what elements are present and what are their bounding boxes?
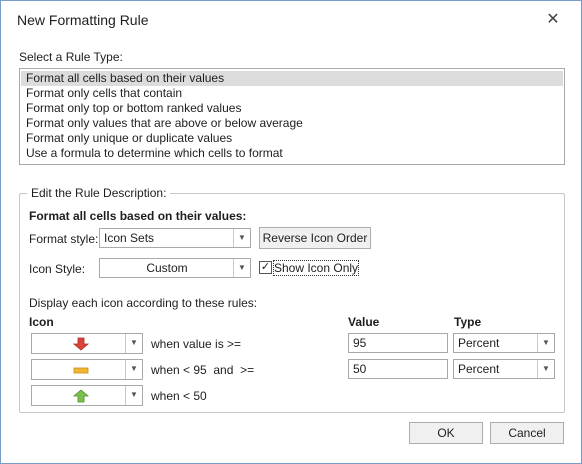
- rule-type-dropdown-1[interactable]: Percent ▼: [453, 333, 555, 353]
- green-up-arrow-icon: [38, 389, 124, 403]
- format-style-label: Format style:: [29, 232, 99, 246]
- chevron-down-icon[interactable]: ▼: [125, 334, 142, 353]
- rule-type-list[interactable]: Format all cells based on their values F…: [19, 68, 565, 165]
- column-header-value: Value: [348, 315, 380, 329]
- icon-picker-1[interactable]: ▼: [31, 333, 143, 354]
- icon-style-value: Custom: [146, 261, 188, 275]
- rule-condition-1: when value is >=: [151, 337, 242, 351]
- title-bar: New Formatting Rule ✕: [1, 1, 581, 39]
- rule-description-label: Edit the Rule Description:: [27, 186, 171, 200]
- rule-value-input-1[interactable]: 95: [348, 333, 448, 353]
- rule-condition-2: when < 95 and >=: [151, 363, 255, 377]
- rule-type-dropdown-2[interactable]: Percent ▼: [453, 359, 555, 379]
- list-item[interactable]: Format all cells based on their values: [21, 71, 563, 86]
- format-style-value: Icon Sets: [104, 231, 155, 245]
- column-header-icon: Icon: [29, 315, 54, 329]
- show-icon-only-label[interactable]: Show Icon Only: [272, 260, 360, 276]
- cancel-button[interactable]: Cancel: [490, 422, 564, 444]
- chevron-down-icon[interactable]: ▼: [125, 386, 142, 405]
- rule-type-value-1: Percent: [458, 336, 500, 350]
- ok-button[interactable]: OK: [409, 422, 483, 444]
- rule-type-label: Select a Rule Type:: [19, 50, 123, 64]
- chevron-down-icon[interactable]: ▼: [537, 334, 554, 352]
- list-item[interactable]: Format only unique or duplicate values: [21, 131, 563, 146]
- list-item[interactable]: Format only cells that contain: [21, 86, 563, 101]
- column-header-type: Type: [454, 315, 482, 329]
- red-down-arrow-icon: [38, 337, 124, 351]
- dialog-title: New Formatting Rule: [17, 12, 149, 28]
- rule-condition-3: when < 50: [151, 389, 207, 403]
- yellow-dash-icon: [38, 363, 124, 377]
- chevron-down-icon[interactable]: ▼: [233, 259, 250, 277]
- icon-style-dropdown[interactable]: Custom ▼: [99, 258, 251, 278]
- description-heading: Format all cells based on their values:: [29, 209, 247, 223]
- chevron-down-icon[interactable]: ▼: [537, 360, 554, 378]
- rules-caption: Display each icon according to these rul…: [29, 296, 258, 310]
- list-item[interactable]: Format only top or bottom ranked values: [21, 101, 563, 116]
- chevron-down-icon[interactable]: ▼: [233, 229, 250, 247]
- reverse-icon-order-button[interactable]: Reverse Icon Order: [259, 227, 371, 249]
- rule-type-value-2: Percent: [458, 362, 500, 376]
- dialog-window: New Formatting Rule ✕ Select a Rule Type…: [0, 0, 582, 464]
- show-icon-only-checkbox[interactable]: ✓: [259, 261, 272, 274]
- icon-style-label: Icon Style:: [29, 262, 86, 276]
- format-style-dropdown[interactable]: Icon Sets ▼: [99, 228, 251, 248]
- list-item[interactable]: Use a formula to determine which cells t…: [21, 146, 563, 161]
- rule-value-input-2[interactable]: 50: [348, 359, 448, 379]
- chevron-down-icon[interactable]: ▼: [125, 360, 142, 379]
- close-icon[interactable]: ✕: [539, 7, 567, 33]
- list-item[interactable]: Format only values that are above or bel…: [21, 116, 563, 131]
- icon-picker-2[interactable]: ▼: [31, 359, 143, 380]
- icon-picker-3[interactable]: ▼: [31, 385, 143, 406]
